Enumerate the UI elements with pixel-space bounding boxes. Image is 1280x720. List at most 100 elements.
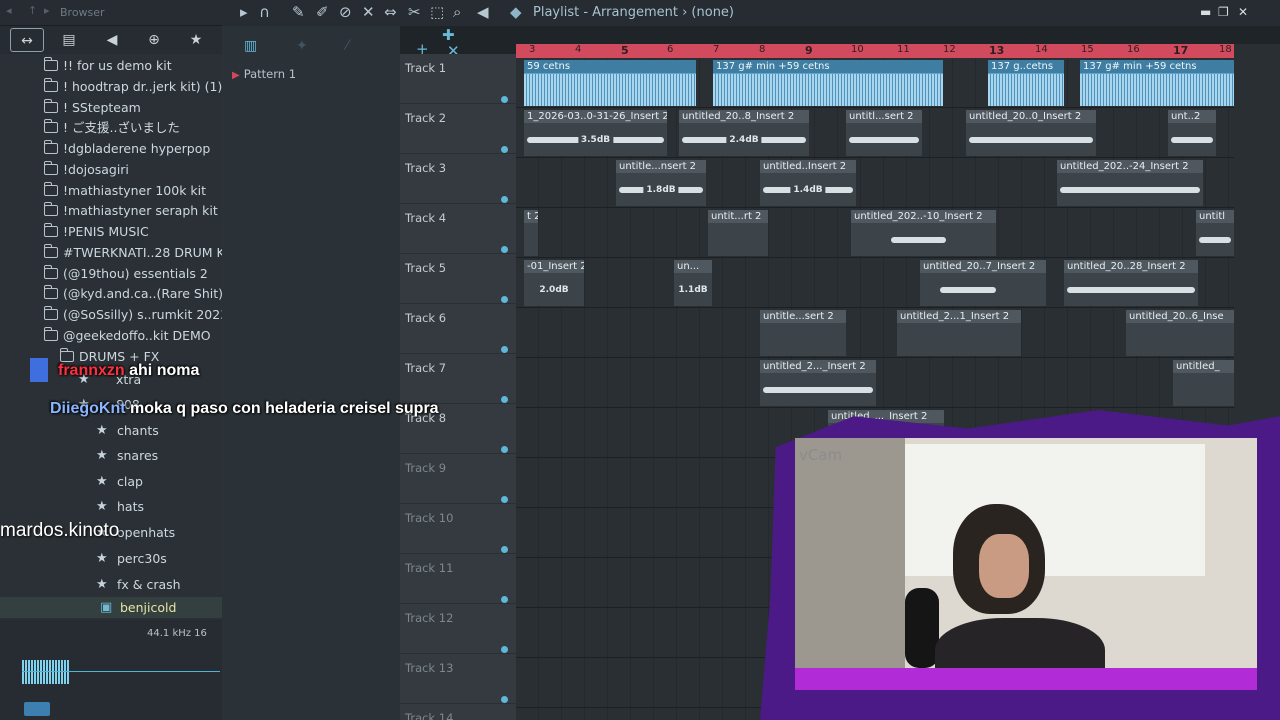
minimize-icon[interactable]: ▬ [1200, 5, 1211, 19]
track-enable-led[interactable] [501, 346, 508, 353]
audio-clip[interactable]: untitled_20..7_Insert 2 [920, 260, 1046, 306]
track-header[interactable]: Track 5 [400, 254, 516, 304]
browser-subfolder[interactable]: ★ snares [0, 445, 222, 466]
track-enable-led[interactable] [501, 696, 508, 703]
track-header[interactable]: Track 7 [400, 354, 516, 404]
menu-arrow-icon[interactable]: ◂ [6, 4, 12, 17]
browser-subfolder[interactable]: ★ fx & crash [0, 574, 222, 595]
track-enable-led[interactable] [501, 496, 508, 503]
plugin-tab-icon[interactable]: ⊕ [137, 28, 171, 52]
arrange-icon[interactable]: ◆ [510, 3, 522, 21]
audio-clip[interactable]: t 2 [524, 210, 538, 256]
audio-clip[interactable]: 137 g# min +59 cetns [1080, 60, 1234, 106]
brush-icon[interactable]: ✐ [316, 3, 329, 21]
slice-icon[interactable]: ✂ [408, 3, 421, 21]
browser-folder[interactable]: ! SStepteam [0, 97, 222, 118]
audio-clip[interactable]: untitled_20..0_Insert 2 [966, 110, 1096, 156]
pattern-item[interactable]: ▶ Pattern 1 [232, 67, 296, 81]
browser-folder[interactable]: !! for us demo kit [0, 55, 222, 76]
pencil-icon[interactable]: ✎ [292, 3, 305, 21]
track-header[interactable]: Track 9 [400, 454, 516, 504]
browser-all-tab-icon[interactable]: ↔ [10, 28, 44, 52]
track-enable-led[interactable] [501, 96, 508, 103]
browser-subfolder[interactable]: ★ hats [0, 496, 222, 517]
browser-folder[interactable]: @geekedoffo..kit DEMO [0, 325, 222, 346]
audio-clip[interactable]: untitl [1196, 210, 1234, 256]
browser-folder[interactable]: !PENIS MUSIC [0, 221, 222, 242]
track-enable-led[interactable] [501, 396, 508, 403]
browser-folder[interactable]: ! hoodtrap dr..jerk kit) (1) [0, 76, 222, 97]
play-icon[interactable]: ▸ [240, 3, 248, 21]
delete-icon[interactable]: ⊘ [339, 3, 352, 21]
track-enable-led[interactable] [501, 596, 508, 603]
track-enable-led[interactable] [501, 296, 508, 303]
browser-folder[interactable]: ! ご支援..ざいました [0, 117, 222, 138]
speaker-tab-icon[interactable]: ◀ [95, 28, 129, 52]
timeline-ruler[interactable]: 3 4 5 6 7 8 9 10 11 12 13 14 15 16 17 18 [516, 44, 1234, 58]
nodes-icon[interactable]: ✦ [296, 38, 308, 54]
audio-clip[interactable]: untit...rt 2 [708, 210, 768, 256]
document-tab-icon[interactable]: ▤ [52, 28, 86, 52]
audio-clip[interactable]: untitled_2...1_Insert 2 [897, 310, 1021, 356]
track-enable-led[interactable] [501, 196, 508, 203]
audio-clip[interactable]: un... 1.1dB [674, 260, 712, 306]
audio-clip[interactable]: untitled_20..8_Insert 2 2.4dB [679, 110, 809, 156]
favorites-tab-icon[interactable]: ★ [179, 28, 213, 52]
track-enable-led[interactable] [501, 646, 508, 653]
audio-clip[interactable]: unt..2 [1168, 110, 1216, 156]
slip-icon[interactable]: ⇔ [384, 3, 397, 21]
audio-clip[interactable]: untitled_2..._Insert 2 [760, 360, 876, 406]
audio-clip[interactable]: untitled_202..-10_Insert 2 [851, 210, 996, 256]
browser-folder[interactable]: (@SoSsilly) s..rumkit 2023 [0, 304, 222, 325]
track-header[interactable]: Track 4 [400, 204, 516, 254]
audio-clip[interactable]: 137 g..cetns [988, 60, 1064, 106]
zoom-icon[interactable]: ⌕ [453, 3, 461, 21]
track-header[interactable]: Track 2 [400, 104, 516, 154]
speaker-icon[interactable]: ◀ [477, 3, 489, 21]
browser-folder[interactable]: !mathiastyner seraph kit [0, 200, 222, 221]
link-icon[interactable]: ⁄ [346, 38, 348, 54]
browser-subfolder[interactable]: ★ clap [0, 471, 222, 492]
audio-clip[interactable]: untitl...sert 2 [846, 110, 922, 156]
browser-subfolder[interactable]: ★ perc30s [0, 548, 222, 569]
audio-clip[interactable]: untitled_202..-24_Insert 2 [1057, 160, 1203, 206]
audio-clip[interactable]: 1_2026-03..0-31-26_Insert 2 3.5dB [524, 110, 667, 156]
audio-clip[interactable]: untitled_20..28_Insert 2 [1064, 260, 1198, 306]
browser-folder[interactable]: !dgbladerene hyperpop [0, 138, 222, 159]
magnet-icon[interactable]: ∩ [259, 3, 270, 21]
track-enable-led[interactable] [501, 446, 508, 453]
maximize-icon[interactable]: ❐ [1218, 5, 1229, 19]
audio-clip[interactable]: untitled..Insert 2 1.4dB [760, 160, 856, 206]
track-header[interactable]: Track 1 [400, 54, 516, 104]
browser-folder[interactable]: (@19thou) essentials 2 [0, 263, 222, 284]
browser-folder[interactable]: (@kyd.and.ca..(Rare Shit) [0, 283, 222, 304]
up-arrow-icon[interactable]: ↑ [28, 4, 37, 17]
track-header[interactable]: Track 13 [400, 654, 516, 704]
audio-clip[interactable]: untitled_ [1173, 360, 1234, 406]
browser-folder[interactable]: #TWERKNATI..28 DRUM KIT [0, 242, 222, 263]
piano-icon[interactable]: ▥ [244, 38, 257, 54]
browser-file-selected[interactable]: ▣ benjicold [0, 597, 222, 618]
browser-folder[interactable]: !mathiastyner 100k kit [0, 180, 222, 201]
browser-folder[interactable]: !dojosagiri [0, 159, 222, 180]
audio-clip[interactable]: untitle...nsert 2 1.8dB [616, 160, 706, 206]
track-header[interactable]: Track 10 [400, 504, 516, 554]
down-arrow-icon[interactable]: ▸ [44, 4, 50, 17]
track-enable-led[interactable] [501, 146, 508, 153]
close-icon[interactable]: ✕ [1238, 5, 1248, 19]
track-header[interactable]: Track 14 [400, 704, 516, 720]
audio-clip[interactable]: 59 cetns [524, 60, 696, 106]
track-enable-led[interactable] [501, 546, 508, 553]
track-header[interactable]: Track 6 [400, 304, 516, 354]
track-header[interactable]: Track 11 [400, 554, 516, 604]
audio-clip[interactable]: 137 g# min +59 cetns [713, 60, 943, 106]
mute-icon[interactable]: ✕ [362, 3, 375, 21]
audio-clip[interactable]: untitled_20..6_Inse [1126, 310, 1234, 356]
track-header[interactable]: Track 12 [400, 604, 516, 654]
preview-play-button[interactable] [24, 702, 50, 716]
browser-subfolder[interactable]: ★ chants [0, 420, 222, 441]
track-header[interactable]: Track 3 [400, 154, 516, 204]
audio-clip[interactable]: untitle...sert 2 [760, 310, 846, 356]
audio-clip[interactable]: -01_Insert 2 2.0dB [524, 260, 584, 306]
select-icon[interactable]: ⬚ [430, 3, 444, 21]
